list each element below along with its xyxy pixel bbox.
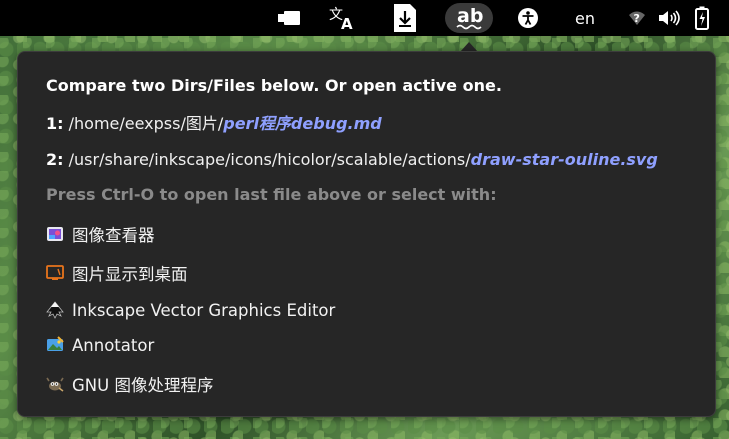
svg-text:?: ? — [634, 12, 640, 25]
app-label: Annotator — [72, 335, 155, 355]
entry-filename: draw-star-ouline.svg — [470, 150, 658, 169]
recent-file-entry-2[interactable]: 2: /usr/share/inkscape/icons/hicolor/sca… — [46, 150, 658, 170]
open-hint: Press Ctrl-O to open last file above or … — [46, 185, 497, 204]
volume-icon[interactable] — [657, 0, 681, 36]
annotator-icon — [47, 336, 64, 351]
app-item-desktop-display[interactable]: 图片显示到桌面 — [46, 261, 686, 285]
entry-number: 2: — [46, 150, 64, 169]
app-item-inkscape[interactable]: Inkscape Vector Graphics Editor — [46, 298, 686, 322]
app-label: GNU 图像处理程序 — [72, 376, 214, 395]
wifi-icon[interactable]: ? — [627, 0, 647, 36]
screen-record-icon[interactable] — [274, 0, 304, 36]
app-label: 图像查看器 — [72, 226, 155, 245]
compare-popup-menu: Compare two Dirs/Files below. Or open ac… — [17, 51, 716, 417]
gimp-icon — [46, 377, 64, 392]
image-viewer-icon — [47, 227, 63, 241]
entry-path: /usr/share/inkscape/icons/hicolor/scalab… — [63, 150, 471, 169]
entry-filename: perl程序debug.md — [223, 114, 382, 133]
accessibility-icon[interactable] — [516, 0, 540, 36]
recent-file-entry-1[interactable]: 1: /home/eexpss/图片/perl程序debug.md — [46, 114, 382, 134]
entry-path: /home/eexpss/图片/ — [63, 114, 224, 133]
app-label: 图片显示到桌面 — [72, 265, 188, 284]
svg-text:ab: ab — [457, 5, 483, 27]
ocr-translate-icon[interactable]: ab — [451, 0, 487, 36]
battery-icon[interactable] — [692, 0, 712, 36]
svg-text:A: A — [341, 15, 353, 31]
app-label: Inkscape Vector Graphics Editor — [72, 300, 336, 320]
app-item-image-viewer[interactable]: 图像查看器 — [46, 222, 686, 246]
inkscape-icon — [46, 301, 64, 319]
download-icon[interactable] — [392, 0, 418, 36]
desktop-display-icon — [46, 265, 64, 280]
language-indicator[interactable]: en — [568, 0, 602, 36]
translate-icon[interactable]: 文 A — [327, 0, 359, 36]
app-item-gimp[interactable]: GNU 图像处理程序 — [46, 372, 686, 396]
popup-heading: Compare two Dirs/Files below. Or open ac… — [46, 76, 502, 95]
top-panel: 文 A ab en ? — [0, 0, 729, 36]
app-item-annotator[interactable]: Annotator — [46, 333, 686, 357]
entry-number: 1: — [46, 114, 64, 133]
